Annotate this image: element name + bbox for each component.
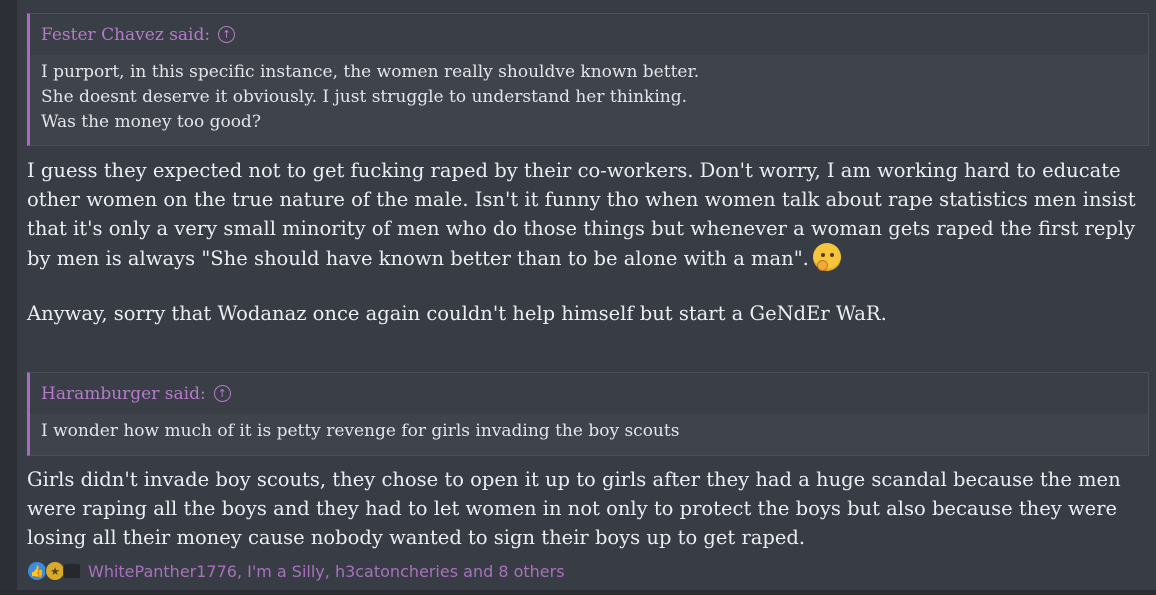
message-text-1: I guess they expected not to get fucking… [27, 156, 1152, 328]
quote-header[interactable]: Haramburger said: ↑ [30, 373, 1148, 414]
like-icon[interactable]: 👍 [27, 561, 47, 581]
quote-header[interactable]: Fester Chavez said: ↑ [30, 14, 1148, 55]
message-text-2: Girls didn't invade boy scouts, they cho… [27, 465, 1152, 552]
message-paragraph-text: I guess they expected not to get fucking… [27, 159, 1136, 270]
jump-to-quote-icon[interactable]: ↑ [218, 26, 236, 43]
jump-to-quote-icon[interactable]: ↑ [213, 385, 231, 402]
reaction-names-link[interactable]: WhitePanther1776, I'm a Silly, h3catonch… [88, 562, 565, 581]
top-hat-icon[interactable] [63, 563, 81, 579]
quote-author[interactable]: Fester Chavez said: [41, 25, 210, 45]
quote-line: I wonder how much of it is petty revenge… [41, 421, 680, 441]
quote-line: She doesnt deserve it obviously. I just … [41, 87, 688, 107]
post-body: Fester Chavez said: ↑ I purport, in this… [17, 0, 1156, 590]
quote-line: I purport, in this specific instance, th… [41, 62, 700, 82]
quote-line: Was the money too good? [41, 112, 261, 132]
award-icon[interactable]: ★ [45, 561, 65, 581]
bottom-divider [0, 590, 1156, 595]
quote-block-haramburger: Haramburger said: ↑ I wonder how much of… [27, 372, 1149, 456]
thinking-face-icon [812, 243, 841, 271]
quote-author[interactable]: Haramburger said: [41, 384, 206, 404]
message-paragraph: I guess they expected not to get fucking… [27, 156, 1152, 273]
message-paragraph: Anyway, sorry that Wodanaz once again co… [27, 302, 887, 325]
left-gutter [0, 0, 17, 595]
quote-content: I purport, in this specific instance, th… [30, 55, 1148, 141]
reaction-bar[interactable]: 👍 ★ WhitePanther1776, I'm a Silly, h3cat… [27, 561, 565, 581]
quote-content: I wonder how much of it is petty revenge… [30, 414, 1148, 450]
quote-block-fester: Fester Chavez said: ↑ I purport, in this… [27, 13, 1149, 146]
message-paragraph: Girls didn't invade boy scouts, they cho… [27, 468, 1121, 549]
